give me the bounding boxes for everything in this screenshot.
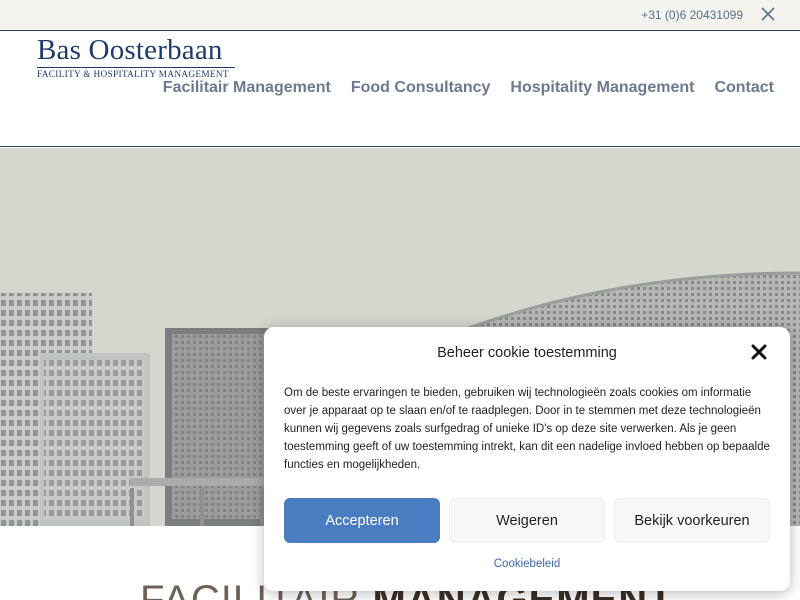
nav-item-hospitality-management[interactable]: Hospitality Management bbox=[510, 79, 694, 97]
close-icon[interactable] bbox=[750, 343, 768, 361]
logo-divider bbox=[37, 67, 235, 68]
site-header: Bas Oosterbaan FACILITY & HOSPITALITY MA… bbox=[0, 31, 800, 147]
phone-number[interactable]: +31 (0)6 20431099 bbox=[641, 8, 743, 22]
site-logo[interactable]: Bas Oosterbaan FACILITY & HOSPITALITY MA… bbox=[37, 34, 235, 80]
cookie-dialog-title: Beheer cookie toestemming bbox=[437, 345, 617, 361]
main-navigation: Facilitair Management Food Consultancy H… bbox=[163, 79, 774, 97]
cookie-dialog-text: Om de beste ervaringen te bieden, gebrui… bbox=[284, 387, 770, 471]
logo-name: Bas Oosterbaan bbox=[37, 34, 223, 66]
accept-button[interactable]: Accepteren bbox=[284, 498, 440, 543]
deny-button[interactable]: Weigeren bbox=[449, 498, 605, 543]
x-twitter-icon[interactable] bbox=[761, 7, 775, 21]
cookie-consent-dialog: Beheer cookie toestemming Om de beste er… bbox=[264, 327, 790, 591]
nav-item-contact[interactable]: Contact bbox=[714, 79, 774, 97]
top-bar: +31 (0)6 20431099 bbox=[0, 0, 800, 31]
cookie-policy-link[interactable]: Cookiebeleid bbox=[264, 558, 790, 570]
view-preferences-button[interactable]: Bekijk voorkeuren bbox=[614, 498, 770, 543]
nav-item-food-consultancy[interactable]: Food Consultancy bbox=[351, 79, 491, 97]
nav-item-facilitair-management[interactable]: Facilitair Management bbox=[163, 79, 331, 97]
